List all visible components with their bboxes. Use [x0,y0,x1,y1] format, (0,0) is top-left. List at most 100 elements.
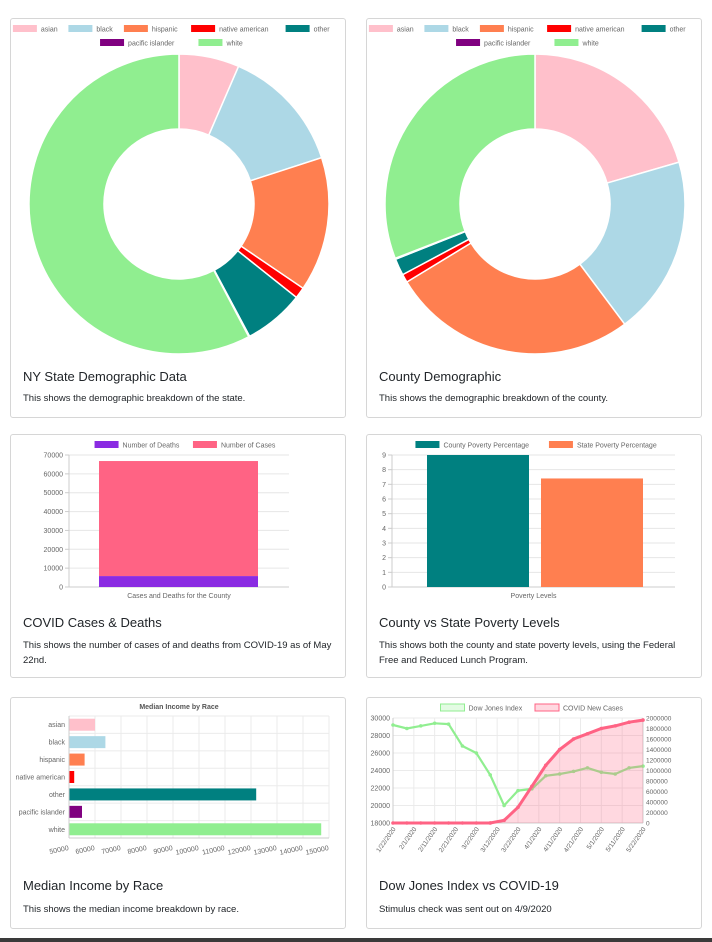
y-left-tick-label: 20000 [371,803,391,810]
legend-label: native american [219,27,269,34]
county-doughnut-chart: asian black hispanic native american other pa… [368,25,687,355]
card-title: Median Income by Race [23,878,164,893]
y-tick-label: 2 [382,555,386,562]
legend-swatch [440,703,465,712]
card-median-income: Median Income by Race 50000 60000 70000 8000… [10,697,346,929]
legend-label: pacific islander [128,41,175,48]
legend-label: other [314,27,331,34]
y-left-tick-label: 22000 [371,786,391,793]
legend-label: other [670,27,687,34]
point-dow-jones-index [418,724,423,728]
y-tick-label: 0 [59,585,63,592]
y-right-tick-label: 200000 [646,810,668,817]
dow-jones-covid-chart: Dow Jones Index COVID New Cases 18000 20000… [371,703,672,854]
x-tick-label: 3/12/2020 [479,826,502,854]
legend-label: State Poverty Percentage [577,443,657,450]
legend-swatch [192,441,217,448]
legend-label: native american [575,27,625,34]
card-title: COVID Cases & Deaths [23,615,162,630]
bar-number-of-deaths [99,576,258,587]
point-dow-jones-index [460,744,465,748]
y-tick-label: 3 [382,541,386,548]
point-covid-new-cases [543,763,548,768]
point-covid-new-cases [460,821,465,825]
point-covid-new-cases [585,731,590,736]
y-right-tick-label: 600000 [646,789,668,796]
bar-other [69,788,257,801]
bar-hispanic [69,753,85,766]
y-tick-label: 30000 [44,528,64,535]
y-right-tick-label: 1800000 [646,726,672,733]
y-right-tick-label: 0 [646,821,650,828]
legend-label: COVID New Cases [563,706,623,713]
legend-swatch [547,25,572,32]
card-title: Dow Jones Index vs COVID-19 [379,878,559,893]
legend-label: black [96,27,113,34]
legend-label: Number of Cases [221,443,276,450]
bar-county-poverty-percentage [427,455,529,587]
y-tick-label: 7 [382,482,386,489]
y-tick-label: 10000 [44,566,64,573]
y-tick-label: 70000 [44,453,64,460]
point-covid-new-cases [557,747,562,752]
slice-asian [534,53,680,185]
x-category-label: Cases and Deaths for the County [127,593,231,600]
x-tick-label: 90000 [153,845,174,856]
x-tick-label: 4/1/2020 [523,826,543,851]
legend-label: asian [41,27,58,34]
bar-asian [69,718,95,731]
bar-black [69,736,106,749]
x-tick-label: 140000 [279,845,303,857]
slice-white [384,53,536,260]
point-covid-new-cases [418,821,423,825]
point-covid-new-cases [627,720,631,724]
card-text: This shows both the county and state pov… [379,640,676,666]
y-tick-label: 6 [382,497,386,504]
point-dow-jones-index [502,803,506,808]
card-ny-state-demographic: asian black hispanic native american other pa… [10,18,346,418]
y-category-label: native american [16,775,66,782]
y-tick-label: 8 [382,467,386,474]
y-tick-label: 5 [382,511,386,518]
point-covid-new-cases [446,821,451,825]
point-dow-jones-index [488,773,493,777]
legend-swatch [415,441,440,448]
bar-state-poverty-percentage [541,478,643,587]
median-income-chart: Median Income by Race 50000 60000 70000 8000… [16,704,330,857]
x-tick-label: 120000 [227,845,251,857]
x-tick-label: 50000 [49,845,70,856]
legend-swatch [368,25,393,32]
point-dow-jones-index [432,721,437,726]
legend-label: hispanic [508,27,534,34]
y-right-tick-label: 1200000 [646,758,672,765]
y-left-tick-label: 24000 [371,768,391,775]
y-category-label: pacific islander [19,809,66,816]
x-tick-label: 130000 [253,845,277,857]
x-tick-label: 4/11/2020 [542,826,564,854]
x-tick-label: 2/11/2020 [417,826,439,854]
point-covid-new-cases [391,821,395,825]
y-tick-label: 20000 [44,547,64,554]
y-right-tick-label: 1000000 [646,768,672,775]
y-right-tick-label: 2000000 [646,716,672,723]
card-title: County vs State Poverty Levels [379,615,560,630]
y-left-tick-label: 18000 [371,821,391,828]
legend-label: black [452,27,469,34]
legend-label: Dow Jones Index [469,706,523,713]
point-dow-jones-index [516,788,520,793]
x-tick-label: 80000 [127,845,148,856]
y-right-tick-label: 800000 [646,779,668,786]
x-tick-label: 2/1/2020 [398,826,418,851]
y-right-tick-label: 1400000 [646,747,672,754]
x-tick-label: 110000 [202,845,226,857]
poverty-levels-chart: County Poverty Percentage State Poverty P… [382,441,675,600]
legend-swatch [100,39,125,46]
y-left-tick-label: 30000 [371,716,391,723]
point-covid-new-cases [432,821,437,825]
point-dow-jones-index [446,722,451,726]
legend-swatch [641,25,666,32]
x-tick-label: 3/2/2020 [461,826,481,851]
legend-swatch [456,39,481,46]
legend-label: white [225,41,242,48]
y-tick-label: 4 [382,526,386,533]
